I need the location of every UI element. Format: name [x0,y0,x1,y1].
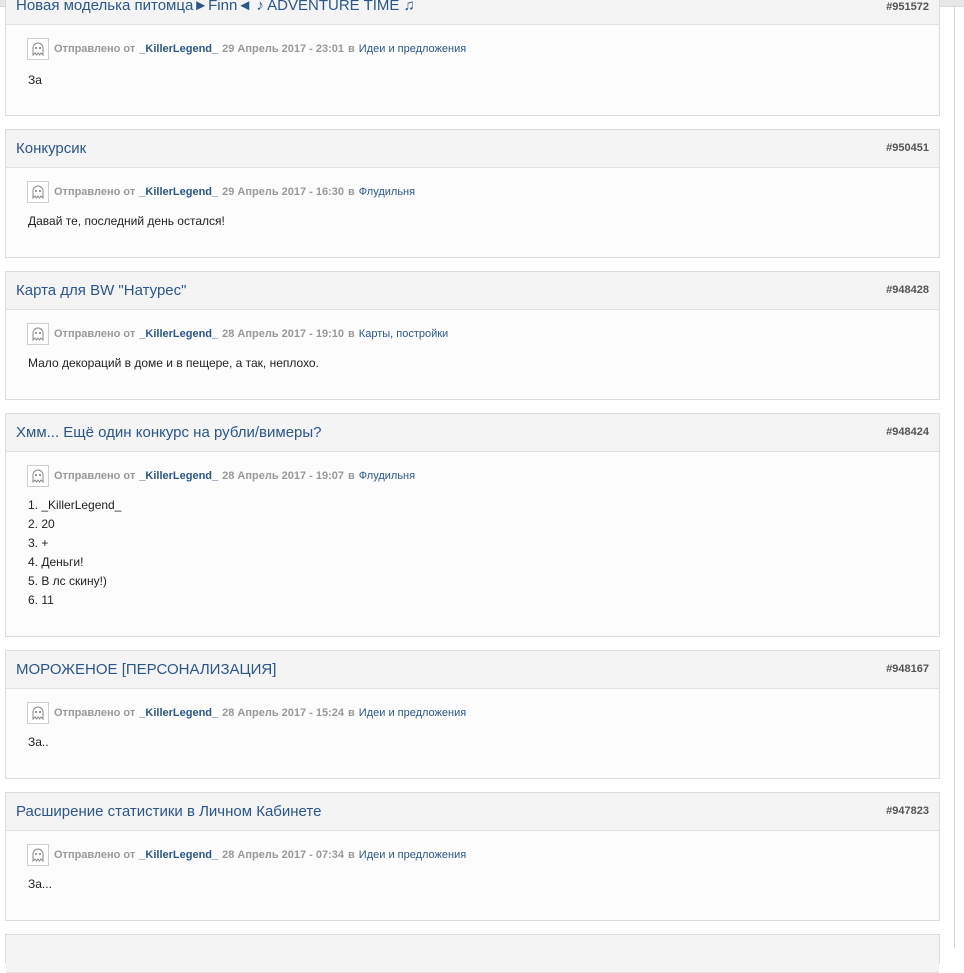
post-card: Карта для BW "Натурес" #948428 Отправлен… [5,271,940,400]
post-date: 28 Апрель 2017 - 19:07 [222,470,345,482]
author-link[interactable]: _KillerLegend_ [139,186,218,198]
post-line: 3. + [28,536,49,550]
post-header: Новая моделька питомца►Finn◄ ♪ ADVENTURE… [6,0,939,25]
post-id-link[interactable]: #951572 [886,1,929,13]
ghost-avatar-icon[interactable] [27,323,49,345]
meta-label: Отправлено от [54,328,136,340]
post-meta: Отправлено от _KillerLegend_ 28 Апрель 2… [27,843,466,867]
post-title-link[interactable]: Новая моделька питомца►Finn◄ ♪ ADVENTURE… [16,0,415,14]
post-title-link[interactable]: Расширение статистики в Личном Кабинете [16,803,321,820]
forum-link[interactable]: Флудильня [359,186,415,198]
forum-link[interactable]: Флудильня [359,470,415,482]
post-line: 2. 20 [28,517,55,531]
ghost-avatar-icon[interactable] [27,181,49,203]
post-header: Карта для BW "Натурес" #948428 [6,272,939,310]
post-card: МОРОЖЕНОЕ [ПЕРСОНАЛИЗАЦИЯ] #948167 Отпра… [5,650,940,779]
post-date: 29 Апрель 2017 - 23:01 [222,43,345,55]
post-header: Расширение статистики в Личном Кабинете … [6,793,939,831]
author-link[interactable]: _KillerLegend_ [139,328,218,340]
post-line: За.. [28,735,49,749]
post-text: Давай те, последний день остался! [28,212,225,231]
meta-in: в [348,43,355,55]
post-line: 6. 11 [28,593,54,607]
meta-label: Отправлено от [54,470,136,482]
post-line: За... [28,877,52,891]
post-date: 28 Апрель 2017 - 15:24 [222,707,345,719]
post-meta: Отправлено от _KillerLegend_ 28 Апрель 2… [27,701,466,725]
post-text: За [28,71,42,90]
meta-label: Отправлено от [54,707,136,719]
post-date: 28 Апрель 2017 - 07:34 [222,849,345,861]
meta-label: Отправлено от [54,43,136,55]
meta-in: в [348,186,355,198]
forum-link[interactable]: Идеи и предложения [359,707,466,719]
meta-in: в [348,328,355,340]
post-title-link[interactable]: Конкурсик [16,140,86,157]
post-date: 29 Апрель 2017 - 16:30 [222,186,345,198]
post-line: Давай те, последний день остался! [28,214,225,228]
post-header [6,935,939,973]
post-text: 1. _KillerLegend_ 2. 20 3. + 4. Деньги! … [28,496,121,610]
post-id-link[interactable]: #950451 [886,142,929,154]
meta-in: в [348,470,355,482]
post-line: Мало декораций в доме и в пещере, а так,… [28,356,319,370]
post-card: Хмм... Ещё один конкурс на рубли/вимеры?… [5,413,940,637]
post-line: За [28,73,42,87]
post-title-link[interactable]: Карта для BW "Натурес" [16,282,186,299]
post-card: Новая моделька питомца►Finn◄ ♪ ADVENTURE… [5,0,940,116]
post-id-link[interactable]: #948428 [886,284,929,296]
author-link[interactable]: _KillerLegend_ [139,43,218,55]
post-text: Мало декораций в доме и в пещере, а так,… [28,354,319,373]
post-title-link[interactable]: Хмм... Ещё один конкурс на рубли/вимеры? [16,424,322,441]
forum-link[interactable]: Карты, постройки [359,328,448,340]
post-card: Расширение статистики в Личном Кабинете … [5,792,940,921]
meta-in: в [348,707,355,719]
post-meta: Отправлено от _KillerLegend_ 28 Апрель 2… [27,464,415,488]
post-line: 4. Деньги! [28,555,84,569]
ghost-avatar-icon[interactable] [27,465,49,487]
post-line: 1. _KillerLegend_ [28,498,122,512]
post-header: МОРОЖЕНОЕ [ПЕРСОНАЛИЗАЦИЯ] #948167 [6,651,939,689]
meta-label: Отправлено от [54,186,136,198]
post-id-link[interactable]: #948167 [886,663,929,675]
post-card: Конкурсик #950451 Отправлено от _KillerL… [5,129,940,258]
post-title-link[interactable]: МОРОЖЕНОЕ [ПЕРСОНАЛИЗАЦИЯ] [16,661,276,678]
ghost-avatar-icon[interactable] [27,38,49,60]
ghost-avatar-icon[interactable] [27,844,49,866]
post-line: 5. В лс скину!) [28,574,107,588]
post-card [5,934,940,973]
post-meta: Отправлено от _KillerLegend_ 29 Апрель 2… [27,180,415,204]
post-header: Хмм... Ещё один конкурс на рубли/вимеры?… [6,414,939,452]
post-id-link[interactable]: #947823 [886,805,929,817]
meta-label: Отправлено от [54,849,136,861]
author-link[interactable]: _KillerLegend_ [139,470,218,482]
post-header: Конкурсик #950451 [6,130,939,168]
post-text: За... [28,875,52,894]
ghost-avatar-icon[interactable] [27,702,49,724]
forum-link[interactable]: Идеи и предложения [359,849,466,861]
post-meta: Отправлено от _KillerLegend_ 29 Апрель 2… [27,37,466,61]
post-text: За.. [28,733,49,752]
author-link[interactable]: _KillerLegend_ [139,849,218,861]
post-meta: Отправлено от _KillerLegend_ 28 Апрель 2… [27,322,448,346]
post-date: 28 Апрель 2017 - 19:10 [222,328,345,340]
forum-link[interactable]: Идеи и предложения [359,43,466,55]
post-id-link[interactable]: #948424 [886,426,929,438]
meta-in: в [348,849,355,861]
author-link[interactable]: _KillerLegend_ [139,707,218,719]
